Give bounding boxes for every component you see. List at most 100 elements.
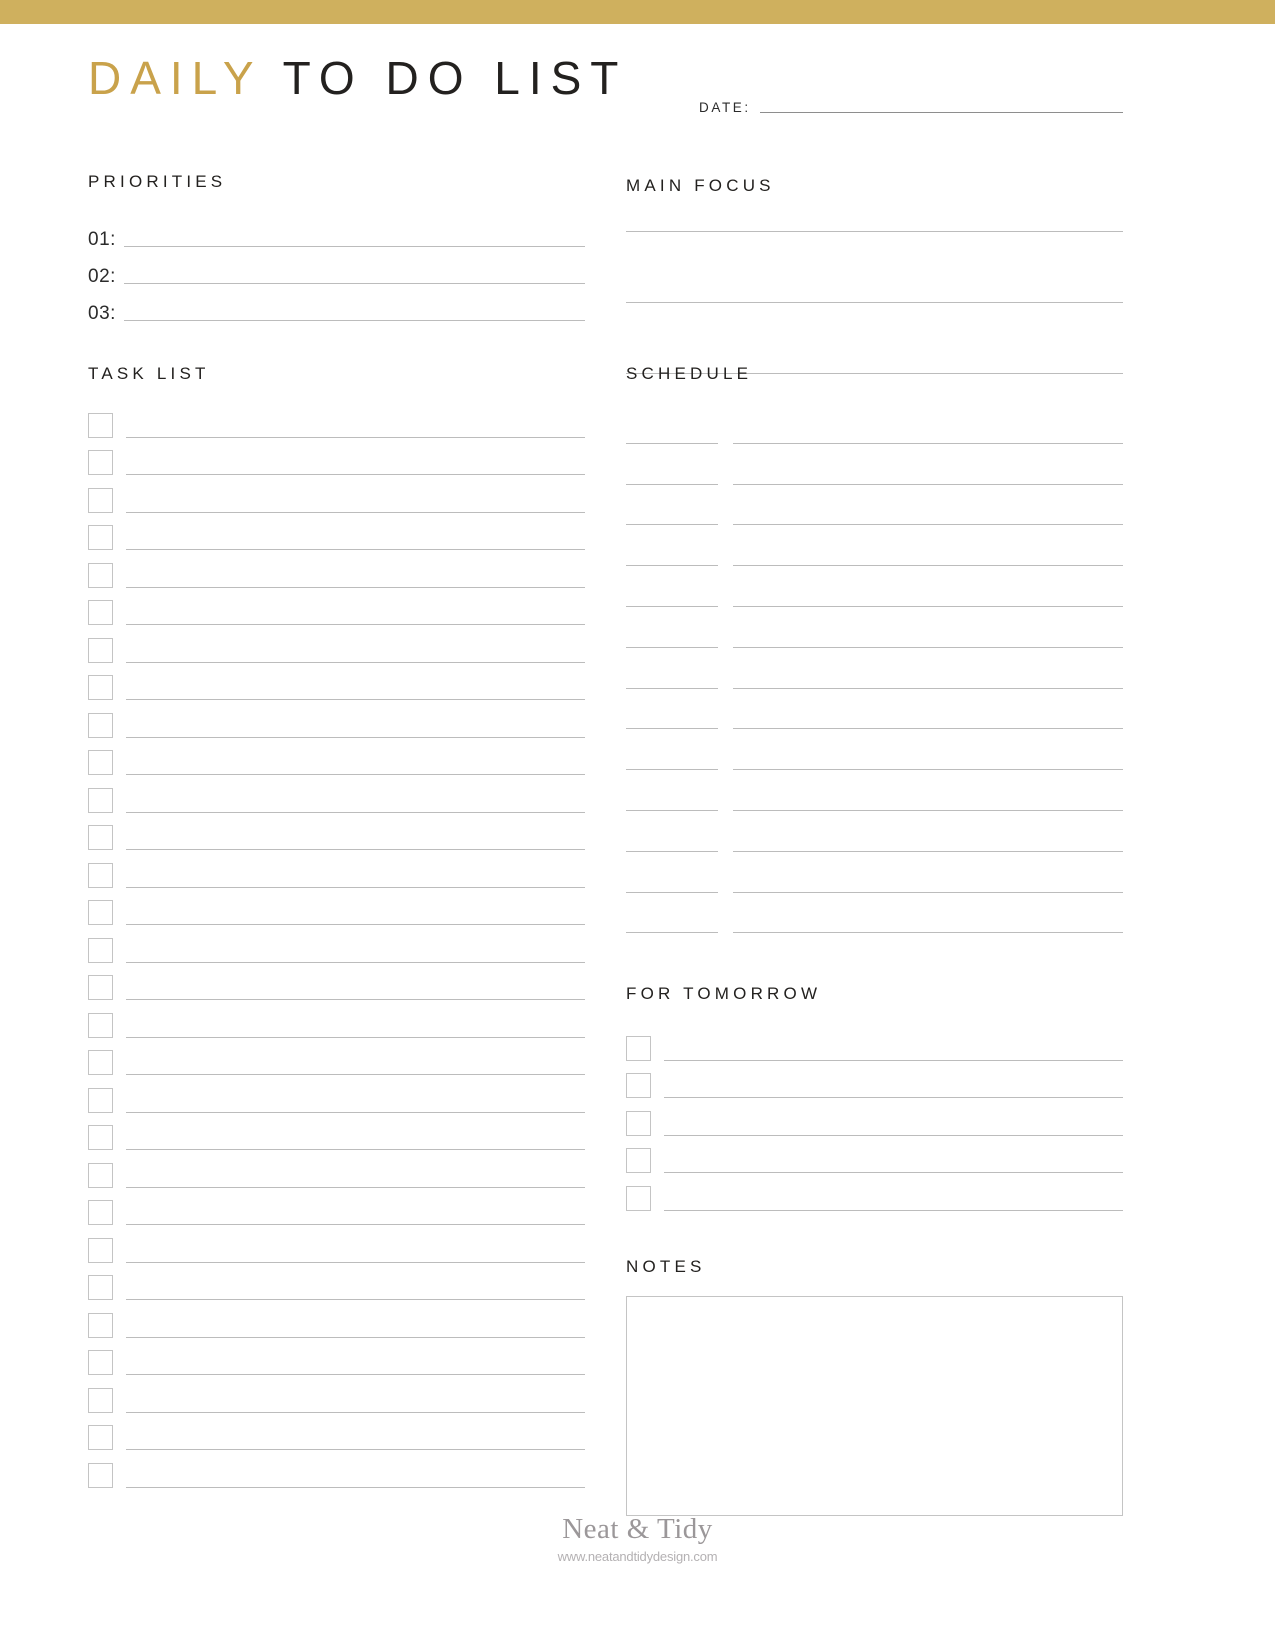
task-checkbox[interactable]	[88, 1012, 113, 1038]
schedule-time-write-line[interactable]	[626, 524, 718, 526]
task-row[interactable]	[88, 1189, 585, 1227]
schedule-entry-write-line[interactable]	[733, 483, 1123, 485]
task-checkbox[interactable]	[88, 487, 113, 513]
task-write-line[interactable]	[126, 999, 585, 1000]
task-row[interactable]	[88, 1451, 585, 1489]
main-focus-write-line[interactable]	[626, 231, 1123, 232]
task-row[interactable]	[88, 776, 585, 814]
task-checkbox[interactable]	[88, 975, 113, 1000]
task-write-line[interactable]	[126, 1149, 585, 1150]
schedule-row[interactable]	[626, 486, 1123, 527]
for-tomorrow-write-line[interactable]	[664, 1134, 1123, 1136]
task-write-line[interactable]	[126, 1111, 585, 1113]
task-checkbox[interactable]	[88, 1050, 113, 1075]
for-tomorrow-write-line[interactable]	[664, 1172, 1123, 1173]
task-checkbox[interactable]	[88, 825, 113, 850]
task-row[interactable]	[88, 739, 585, 777]
schedule-entry-write-line[interactable]	[733, 687, 1123, 689]
task-write-line[interactable]	[126, 1374, 585, 1375]
main-focus-write-line[interactable]	[626, 302, 1123, 303]
schedule-entry-write-line[interactable]	[733, 605, 1123, 607]
task-write-line[interactable]	[126, 661, 585, 663]
schedule-entry-write-line[interactable]	[733, 850, 1123, 852]
task-checkbox[interactable]	[88, 1312, 113, 1338]
task-write-line[interactable]	[126, 1299, 585, 1300]
task-row[interactable]	[88, 589, 585, 627]
schedule-entry-write-line[interactable]	[733, 891, 1123, 893]
task-checkbox[interactable]	[88, 600, 113, 625]
schedule-time-write-line[interactable]	[626, 687, 718, 689]
task-row[interactable]	[88, 1076, 585, 1114]
for-tomorrow-checkbox[interactable]	[626, 1110, 651, 1136]
schedule-entry-write-line[interactable]	[733, 442, 1123, 444]
task-checkbox[interactable]	[88, 937, 113, 963]
task-checkbox[interactable]	[88, 412, 113, 438]
schedule-time-write-line[interactable]	[626, 809, 718, 811]
priority-write-line[interactable]	[123, 283, 585, 284]
schedule-entry-write-line[interactable]	[733, 809, 1123, 811]
priority-write-line[interactable]	[123, 320, 585, 321]
task-write-line[interactable]	[126, 1261, 585, 1263]
for-tomorrow-write-line[interactable]	[664, 1097, 1123, 1098]
schedule-row[interactable]	[626, 608, 1123, 649]
schedule-entry-write-line[interactable]	[733, 728, 1123, 730]
task-row[interactable]	[88, 514, 585, 552]
task-row[interactable]	[88, 1226, 585, 1264]
task-row[interactable]	[88, 401, 585, 439]
task-write-line[interactable]	[126, 436, 585, 438]
schedule-time-write-line[interactable]	[626, 442, 718, 444]
task-checkbox[interactable]	[88, 712, 113, 738]
task-write-line[interactable]	[126, 924, 585, 925]
task-row[interactable]	[88, 851, 585, 889]
task-row[interactable]	[88, 1301, 585, 1339]
task-row[interactable]	[88, 1039, 585, 1077]
task-write-line[interactable]	[126, 1411, 585, 1413]
for-tomorrow-row[interactable]	[626, 1024, 1123, 1062]
task-write-line[interactable]	[126, 699, 585, 700]
schedule-time-write-line[interactable]	[626, 850, 718, 852]
notes-box[interactable]	[626, 1296, 1123, 1516]
priority-row[interactable]: 02:	[88, 251, 585, 288]
schedule-row[interactable]	[626, 730, 1123, 771]
main-focus-row[interactable]	[626, 302, 1123, 338]
for-tomorrow-checkbox[interactable]	[626, 1185, 651, 1211]
task-checkbox[interactable]	[88, 1125, 113, 1150]
for-tomorrow-checkbox[interactable]	[626, 1073, 651, 1098]
task-checkbox[interactable]	[88, 1200, 113, 1225]
task-checkbox[interactable]	[88, 637, 113, 663]
task-write-line[interactable]	[126, 1036, 585, 1038]
task-checkbox[interactable]	[88, 1237, 113, 1263]
task-write-line[interactable]	[126, 586, 585, 588]
priority-row[interactable]: 03:	[88, 288, 585, 325]
task-write-line[interactable]	[126, 549, 585, 550]
task-checkbox[interactable]	[88, 900, 113, 925]
task-write-line[interactable]	[126, 736, 585, 738]
task-row[interactable]	[88, 439, 585, 477]
schedule-time-write-line[interactable]	[626, 932, 718, 934]
task-row[interactable]	[88, 701, 585, 739]
schedule-row[interactable]	[626, 567, 1123, 608]
task-write-line[interactable]	[126, 1224, 585, 1225]
for-tomorrow-checkbox[interactable]	[626, 1148, 651, 1173]
for-tomorrow-checkbox[interactable]	[626, 1035, 651, 1061]
for-tomorrow-row[interactable]	[626, 1174, 1123, 1212]
priority-write-line[interactable]	[123, 246, 585, 247]
task-write-line[interactable]	[126, 1186, 585, 1188]
task-checkbox[interactable]	[88, 675, 113, 700]
task-row[interactable]	[88, 476, 585, 514]
task-write-line[interactable]	[126, 624, 585, 625]
schedule-time-write-line[interactable]	[626, 646, 718, 648]
task-checkbox[interactable]	[88, 1087, 113, 1113]
task-write-line[interactable]	[126, 1336, 585, 1338]
task-row[interactable]	[88, 889, 585, 927]
task-checkbox[interactable]	[88, 787, 113, 813]
task-write-line[interactable]	[126, 1074, 585, 1075]
task-checkbox[interactable]	[88, 750, 113, 775]
main-focus-row[interactable]	[626, 231, 1123, 267]
task-write-line[interactable]	[126, 811, 585, 813]
task-row[interactable]	[88, 1001, 585, 1039]
schedule-time-write-line[interactable]	[626, 605, 718, 607]
schedule-time-write-line[interactable]	[626, 565, 718, 567]
schedule-entry-write-line[interactable]	[733, 932, 1123, 934]
task-write-line[interactable]	[126, 774, 585, 775]
